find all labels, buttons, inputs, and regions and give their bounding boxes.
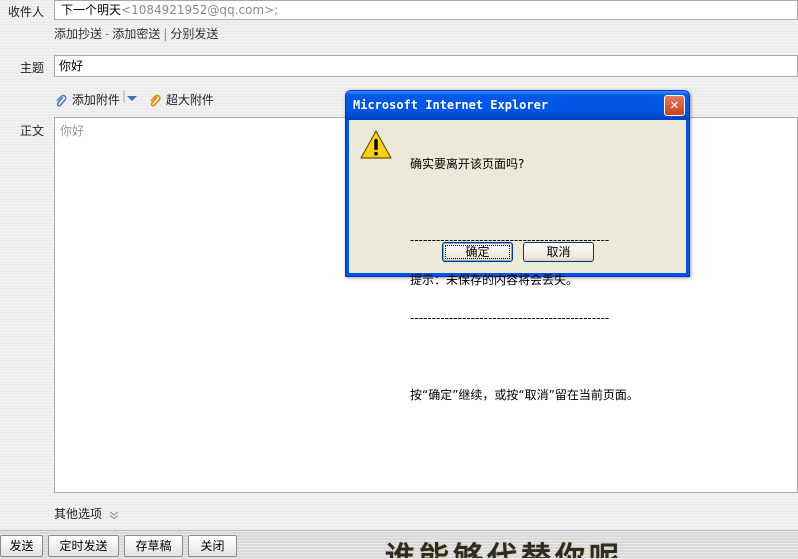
confirm-dialog: Microsoft Internet Explorer ✕ 确实要离开该页面吗?… [345, 90, 690, 402]
dialog-divider: ----------------------------------------… [410, 315, 610, 322]
subject-input[interactable]: 你好 [54, 55, 798, 77]
overlay-caption: 谁能够代替你呢 [385, 533, 623, 558]
add-attachment-button[interactable]: 添加附件 [54, 91, 120, 108]
add-attachment-label: 添加附件 [71, 93, 120, 107]
recipient-label: 收件人 [8, 5, 45, 19]
paperclip-orange-icon [150, 94, 161, 107]
dialog-line-confirm: 确实要离开该页面吗? [410, 157, 525, 171]
separate-send-link[interactable]: 分别发送 [170, 27, 218, 41]
body-label: 正文 [20, 124, 45, 138]
recipient-options: 添加抄送 - 添加密送 | 分别发送 [54, 25, 218, 42]
close-button[interactable]: 关闭 [188, 535, 237, 557]
ok-button[interactable]: 确定 [442, 242, 513, 262]
focus-ring [445, 245, 510, 259]
recipient-address: <1084921952@qq.com>; [121, 3, 279, 17]
dialog-line-instruction: 按“确定”继续，或按“取消”留在当前页面。 [410, 388, 639, 402]
send-button[interactable]: 发送 [0, 535, 43, 557]
attachment-dropdown[interactable] [126, 92, 138, 107]
dialog-title: Microsoft Internet Explorer [353, 98, 549, 112]
scheduled-send-button[interactable]: 定时发送 [48, 535, 119, 557]
add-cc-link[interactable]: 添加抄送 [54, 27, 102, 41]
separator: | [163, 27, 168, 41]
paperclip-icon [56, 94, 67, 106]
other-options-label: 其他选项 [54, 507, 103, 521]
subject-label: 主题 [20, 61, 45, 75]
dialog-message: 确实要离开该页面吗? -----------------------------… [410, 129, 639, 430]
recipient-name[interactable]: 下一个明天 [61, 3, 121, 17]
save-draft-button[interactable]: 存草稿 [124, 535, 183, 557]
large-attachment-button[interactable]: 超大附件 [148, 91, 214, 108]
add-bcc-link[interactable]: 添加密送 [112, 27, 160, 41]
warning-icon [360, 130, 392, 159]
separator: - [105, 27, 110, 41]
dialog-close-button[interactable]: ✕ [664, 95, 685, 116]
dialog-line-hint: 提示：未保存的内容将会丢失。 [410, 273, 579, 287]
cancel-button[interactable]: 取消 [523, 242, 594, 262]
dialog-titlebar[interactable]: Microsoft Internet Explorer ✕ [346, 91, 689, 120]
dialog-body: 确实要离开该页面吗? -----------------------------… [346, 120, 689, 402]
large-attachment-label: 超大附件 [165, 93, 214, 107]
chevron-down-icon [127, 96, 137, 101]
other-options-toggle[interactable]: 其他选项 [54, 505, 119, 522]
recipient-field[interactable]: 下一个明天<1084921952@qq.com>; [54, 0, 798, 20]
double-chevron-down-icon [109, 511, 119, 519]
